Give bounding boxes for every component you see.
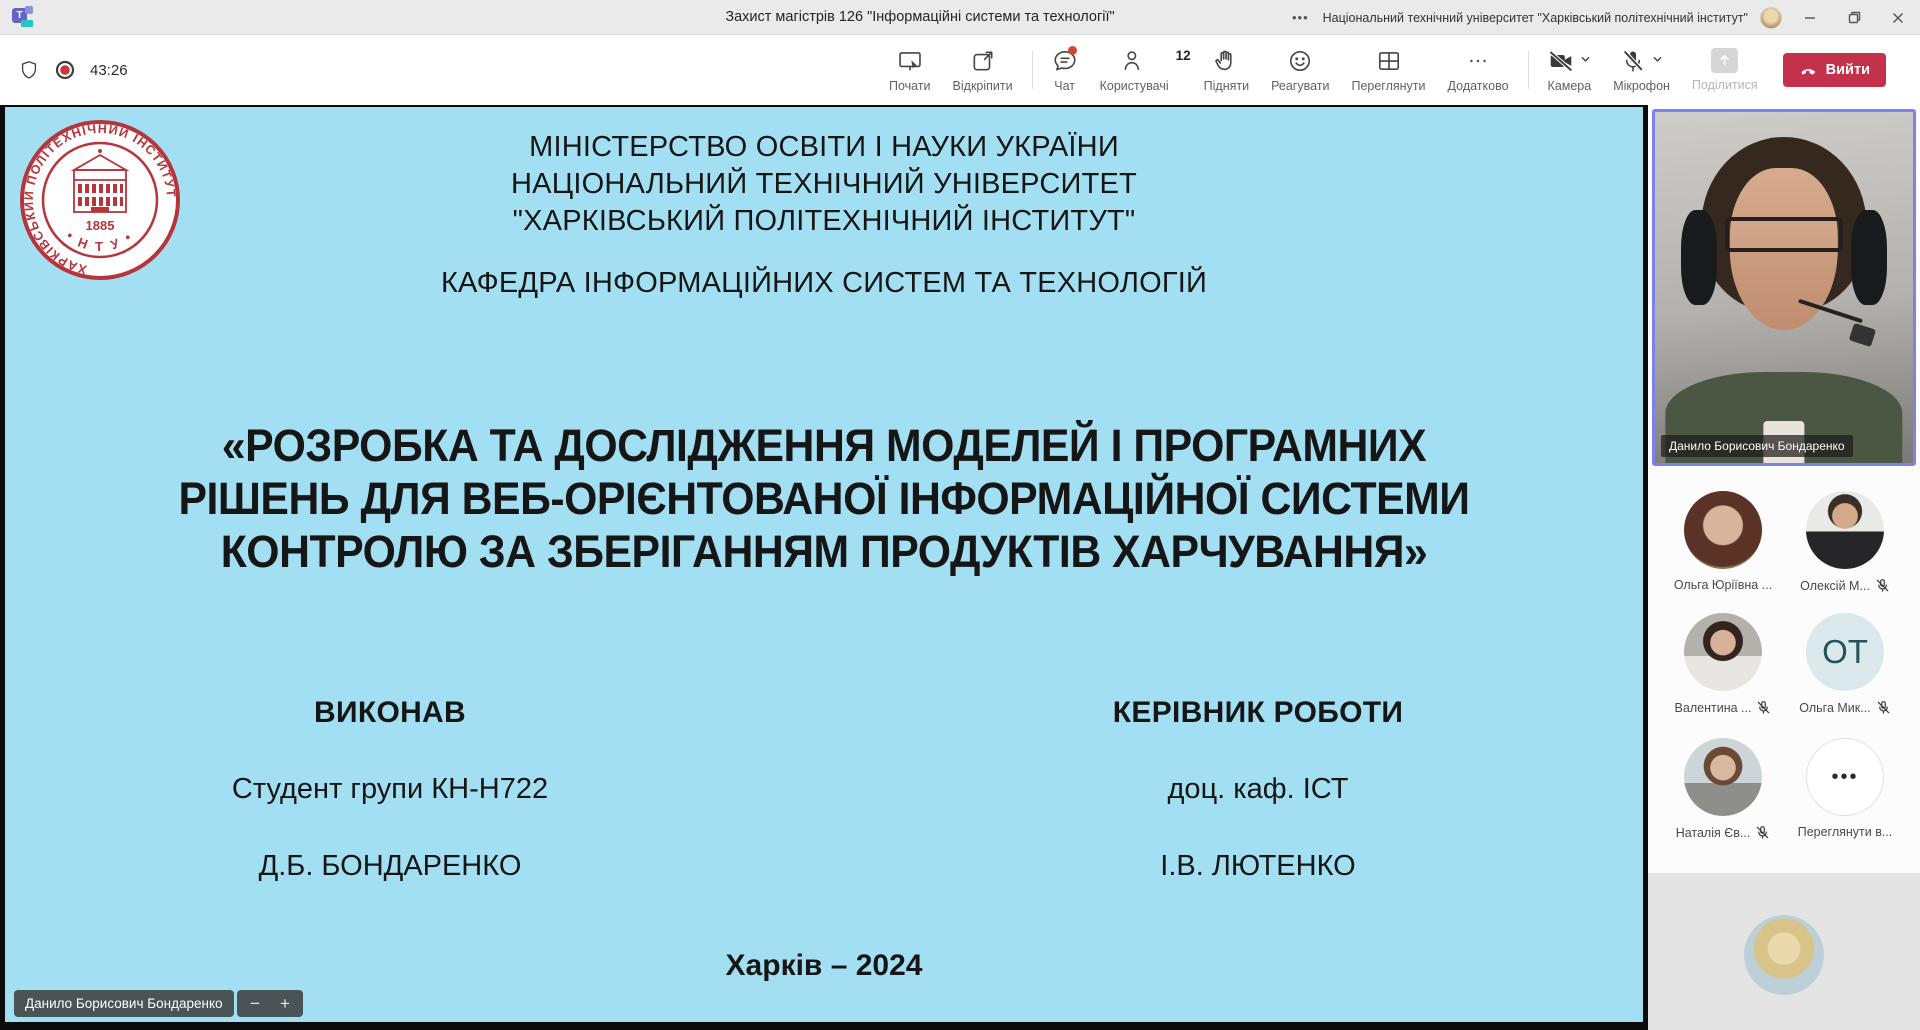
view-button[interactable]: Переглянути xyxy=(1340,35,1436,105)
camera-button[interactable]: Камера xyxy=(1537,35,1603,105)
participants-button[interactable]: 12 Користувачі xyxy=(1089,35,1193,105)
more-button[interactable]: Додатково xyxy=(1437,35,1520,105)
participant-tile[interactable]: Олексій М... xyxy=(1784,491,1906,593)
avatar-initials: ОТ xyxy=(1806,613,1884,691)
grid-view-icon xyxy=(1378,51,1399,70)
presentation-slide: ХАРКІВСЬКИЙ ПОЛІТЕХНІЧНИЙ ІНСТИТУТ • Н Т… xyxy=(5,107,1643,1022)
share-content-button: Поділитися xyxy=(1681,35,1769,105)
camera-chevron-icon xyxy=(1580,54,1591,68)
raise-hand-button[interactable]: Підняти xyxy=(1193,35,1260,105)
slide-footer: Харків – 2024 xyxy=(725,949,923,982)
restore-button[interactable] xyxy=(1838,0,1870,35)
shield-icon xyxy=(21,61,37,79)
user-avatar[interactable] xyxy=(1760,6,1782,29)
self-view-tile[interactable] xyxy=(1648,873,1920,1030)
window-titlebar: T Захист магістрів 126 "Інформаційні сис… xyxy=(0,0,1920,35)
mic-muted-icon xyxy=(1876,579,1889,592)
close-button[interactable] xyxy=(1882,0,1914,35)
self-avatar xyxy=(1744,915,1824,995)
titlebar-overflow-icon[interactable]: ••• xyxy=(1290,10,1311,25)
organization-title: Національний технічний університет "Харк… xyxy=(1322,10,1748,25)
minimize-button[interactable] xyxy=(1794,0,1826,35)
recording-indicator-icon xyxy=(55,60,75,80)
participants-sidebar: Данило Борисович Бондаренко Ольга Юріївн… xyxy=(1648,105,1920,1030)
chat-button[interactable]: Чат xyxy=(1041,35,1089,105)
zoom-in-button[interactable]: + xyxy=(280,995,290,1012)
zoom-controls: − + xyxy=(237,990,303,1017)
speaker-name-label: Данило Борисович Бондаренко xyxy=(1661,435,1853,457)
participant-tile[interactable]: Валентина ... xyxy=(1662,613,1784,715)
supervisor-block: КЕРІВНИК РОБОТИ доц. каф. ІСТ І.В. ЛЮТЕН… xyxy=(1112,696,1404,882)
avatar xyxy=(1684,613,1762,691)
presenter-name-pill: Данило Борисович Бондаренко xyxy=(14,990,234,1017)
raise-hand-icon xyxy=(1215,50,1232,70)
avatar xyxy=(1684,738,1762,816)
ministry-text: МІНІСТЕРСТВО ОСВІТИ І НАУКИ УКРАЇНИ НАЦІ… xyxy=(511,131,1137,237)
active-speaker-tile[interactable]: Данило Борисович Бондаренко xyxy=(1652,109,1916,466)
mic-muted-icon xyxy=(1877,701,1889,714)
mic-button[interactable]: Мікрофон xyxy=(1602,35,1681,105)
meeting-timer: 43:26 xyxy=(90,61,128,79)
avatar xyxy=(1684,491,1762,569)
unpin-button[interactable]: Відкріпити xyxy=(942,35,1024,105)
speaker-video xyxy=(1655,112,1913,463)
executor-block: ВИКОНАВ Студент групи КН-Н722 Д.Б. БОНДА… xyxy=(231,696,549,882)
share-screen-icon xyxy=(898,51,921,70)
share-content-icon xyxy=(1711,48,1739,73)
more-participants-icon: ••• xyxy=(1806,738,1884,816)
people-icon xyxy=(1124,50,1140,70)
mic-chevron-icon xyxy=(1652,54,1663,68)
participant-tile[interactable]: Наталія Єв... xyxy=(1662,738,1784,840)
share-screen-button[interactable]: Почати xyxy=(878,35,942,105)
participant-tile[interactable]: Ольга Юріївна ... xyxy=(1662,491,1784,592)
hangup-icon xyxy=(1801,68,1816,74)
ellipsis-icon xyxy=(1470,59,1486,62)
teams-app-icon: T xyxy=(12,6,36,30)
leave-button[interactable]: Вийти xyxy=(1782,53,1886,87)
chat-unread-badge xyxy=(1067,46,1077,55)
zoom-out-button[interactable]: − xyxy=(250,995,260,1012)
camera-off-icon xyxy=(1548,50,1573,72)
shared-content-stage: ХАРКІВСЬКИЙ ПОЛІТЕХНІЧНИЙ ІНСТИТУТ • Н Т… xyxy=(0,105,1648,1030)
thesis-title: «РОЗРОБКА ТА ДОСЛІДЖЕННЯ МОДЕЛЕЙ І ПРОГР… xyxy=(178,420,1470,577)
smiley-icon xyxy=(1290,50,1311,71)
meeting-title: Захист магістрів 126 "Інформаційні систе… xyxy=(725,9,1115,25)
popout-icon xyxy=(973,51,993,70)
view-more-participants-tile[interactable]: ••• Переглянути в... xyxy=(1784,738,1906,839)
mic-off-icon xyxy=(1623,49,1644,72)
react-button[interactable]: Реагувати xyxy=(1260,35,1340,105)
participants-count: 12 xyxy=(1175,48,1191,63)
avatar xyxy=(1806,491,1884,569)
mic-muted-icon xyxy=(1757,826,1769,839)
department-text: КАФЕДРА ІНФОРМАЦІЙНИХ СИСТЕМ ТА ТЕХНОЛОГ… xyxy=(440,267,1208,299)
participant-tile[interactable]: ОТ Ольга Мик... xyxy=(1784,613,1906,715)
meeting-toolbar: 43:26 Почати Відкріпити Чат 12 Користува… xyxy=(0,35,1920,105)
mic-muted-icon xyxy=(1758,701,1770,714)
